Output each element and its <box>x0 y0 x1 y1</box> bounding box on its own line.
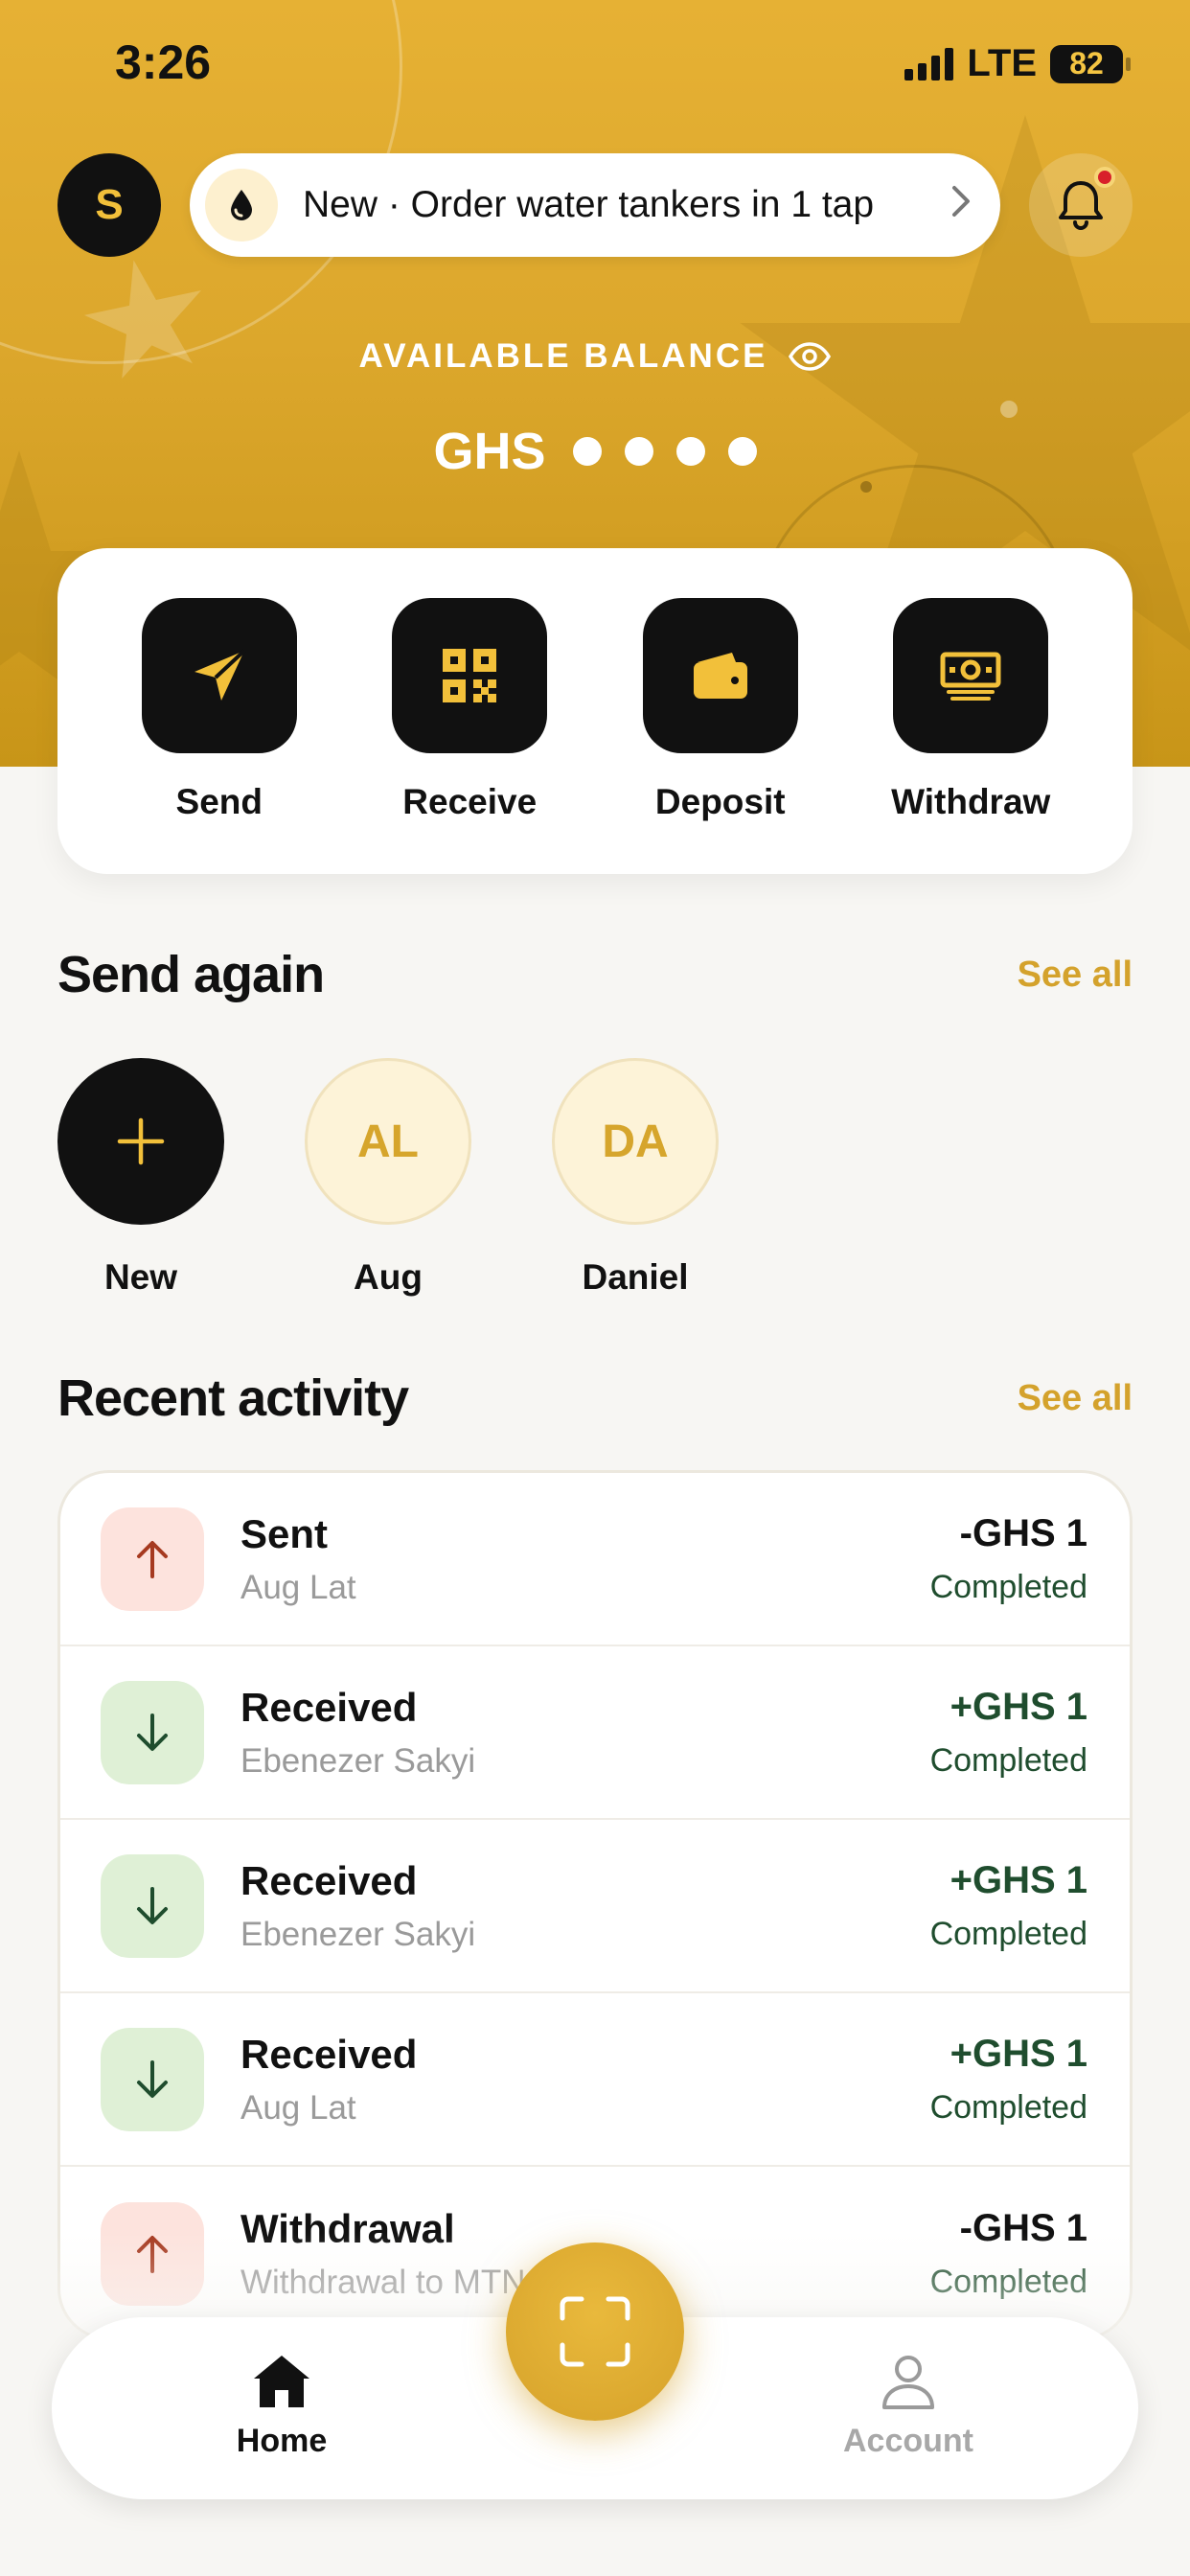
contact-name: Aug <box>354 1257 423 1297</box>
activity-title: Received <box>240 1857 418 1903</box>
cash-icon[interactable] <box>893 598 1049 753</box>
activity-info: Received Ebenezer Sakyi <box>240 1858 930 1954</box>
promo-text: New · Order water tankers in 1 tap <box>303 184 875 225</box>
wallet-icon[interactable] <box>642 598 798 753</box>
activity-subtitle: Aug Lat <box>240 2088 356 2127</box>
activity-row[interactable]: Received Ebenezer Sakyi +GHS 1 Completed <box>60 1646 1130 1820</box>
status-time: 3:26 <box>115 35 212 89</box>
status-bar: 3:26 LTE 82 <box>0 0 1190 125</box>
recent-activity-title: Recent activity <box>57 1369 409 1427</box>
activity-amount: +GHS 1 <box>950 1858 1087 1901</box>
activity-subtitle: Ebenezer Sakyi <box>240 1915 476 1953</box>
activity-status: Completed <box>929 2088 1087 2126</box>
activity-status: Completed <box>929 2263 1087 2300</box>
nav-home-label: Home <box>236 2423 328 2459</box>
signal-icon <box>904 47 954 80</box>
contact-name: New <box>103 1257 178 1297</box>
deposit-label: Deposit <box>654 782 786 821</box>
activity-meta: -GHS 1 Completed <box>930 1512 1087 1606</box>
activity-meta: -GHS 1 Completed <box>930 2207 1087 2301</box>
contact-aug[interactable]: AL Aug <box>305 1058 471 1298</box>
water-drop-icon <box>205 169 278 242</box>
deposit-action[interactable]: Deposit <box>615 598 826 874</box>
arrow-down-icon <box>101 1680 204 1784</box>
send-again-title: Send again <box>57 946 325 1003</box>
activity-status: Completed <box>929 1741 1087 1779</box>
balance-label: AVAILABLE BALANCE <box>358 337 768 375</box>
add-contact-button[interactable] <box>57 1058 224 1225</box>
home-icon <box>254 2356 309 2407</box>
user-icon <box>882 2356 934 2409</box>
send-action[interactable]: Send <box>114 598 325 874</box>
decorative-dot <box>1000 401 1018 418</box>
promo-banner[interactable]: New · Order water tankers in 1 tap <box>190 153 1000 257</box>
activity-amount: +GHS 1 <box>950 2032 1087 2075</box>
quick-actions-card: Send Receive Deposit Withdraw <box>57 548 1133 874</box>
balance-currency: GHS <box>433 423 546 480</box>
send-label: Send <box>175 782 263 821</box>
status-indicators: LTE 82 <box>904 42 1131 85</box>
nav-home[interactable]: Home <box>186 2352 378 2460</box>
notification-badge <box>1094 167 1115 188</box>
activity-amount: -GHS 1 <box>959 1511 1087 1554</box>
battery-icon: 82 <box>1050 44 1131 83</box>
activity-row[interactable]: Sent Aug Lat -GHS 1 Completed <box>60 1473 1130 1646</box>
activity-meta: +GHS 1 Completed <box>930 2033 1087 2127</box>
arrow-down-icon <box>101 2027 204 2131</box>
activity-meta: +GHS 1 Completed <box>930 1859 1087 1953</box>
scan-icon <box>560 2296 630 2367</box>
hidden-balance-dots <box>572 437 757 466</box>
activity-info: Sent Aug Lat <box>240 1511 930 1607</box>
decorative-dot <box>860 481 872 493</box>
withdraw-action[interactable]: Withdraw <box>865 598 1076 874</box>
qr-code-icon[interactable] <box>392 598 548 753</box>
contact-avatar[interactable]: DA <box>552 1058 719 1225</box>
scan-button[interactable] <box>506 2242 684 2421</box>
send-again-see-all[interactable]: See all <box>1018 954 1133 996</box>
activity-row[interactable]: Received Ebenezer Sakyi +GHS 1 Completed <box>60 1820 1130 1993</box>
receive-label: Receive <box>402 782 538 821</box>
arrow-up-icon <box>101 2201 204 2306</box>
balance-value: GHS <box>0 422 1190 481</box>
recent-activity-header: Recent activity See all <box>57 1368 1133 1428</box>
activity-list: Sent Aug Lat -GHS 1 Completed Received E… <box>57 1470 1133 2340</box>
activity-status: Completed <box>929 1915 1087 1952</box>
recent-activity-see-all[interactable]: See all <box>1018 1378 1133 1419</box>
balance-label-row: AVAILABLE BALANCE <box>0 337 1190 376</box>
activity-info: Received Aug Lat <box>240 2032 930 2128</box>
nav-account[interactable]: Account <box>812 2352 1004 2460</box>
withdraw-label: Withdraw <box>891 782 1051 821</box>
activity-amount: -GHS 1 <box>959 2206 1087 2249</box>
activity-status: Completed <box>929 1568 1087 1605</box>
contact-avatar[interactable]: AL <box>305 1058 471 1225</box>
contact-name: Daniel <box>582 1257 689 1297</box>
activity-title: Sent <box>240 1510 329 1556</box>
activity-title: Received <box>240 1684 418 1730</box>
activity-amount: +GHS 1 <box>950 1685 1087 1728</box>
chevron-right-icon <box>950 181 972 229</box>
send-again-header: Send again See all <box>57 945 1133 1004</box>
send-again-contacts: New AL Aug DA Daniel <box>57 1058 719 1298</box>
nav-account-label: Account <box>843 2423 973 2459</box>
arrow-up-icon <box>101 1506 204 1611</box>
network-label: LTE <box>967 42 1037 84</box>
activity-info: Received Ebenezer Sakyi <box>240 1685 930 1781</box>
contact-new[interactable]: New <box>57 1058 224 1298</box>
notifications-button[interactable] <box>1029 153 1133 257</box>
activity-subtitle: Ebenezer Sakyi <box>240 1741 476 1780</box>
contact-daniel[interactable]: DA Daniel <box>552 1058 719 1298</box>
plus-icon <box>117 1117 165 1165</box>
bell-icon <box>1059 181 1103 230</box>
activity-meta: +GHS 1 Completed <box>930 1686 1087 1780</box>
activity-subtitle: Aug Lat <box>240 1568 356 1606</box>
profile-avatar[interactable]: S <box>57 153 161 257</box>
receive-action[interactable]: Receive <box>364 598 575 874</box>
activity-title: Received <box>240 2031 418 2077</box>
eye-icon[interactable] <box>789 342 832 371</box>
arrow-down-icon <box>101 1853 204 1958</box>
activity-row[interactable]: Received Aug Lat +GHS 1 Completed <box>60 1993 1130 2167</box>
send-icon[interactable] <box>141 598 297 753</box>
